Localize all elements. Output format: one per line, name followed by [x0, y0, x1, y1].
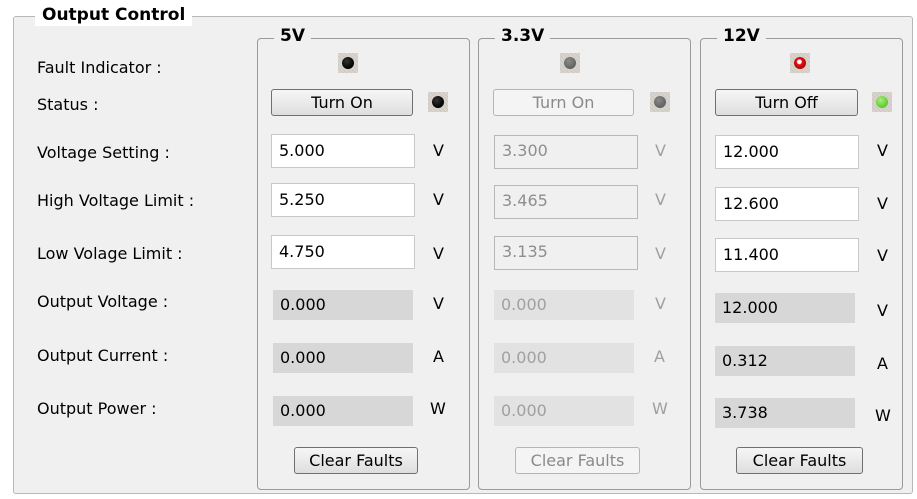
voltage-setting-5v-input[interactable]: 5.000 [271, 134, 415, 168]
output-power-5v-readout: 0.000 [273, 396, 413, 426]
status-led-3v3-icon [650, 92, 670, 112]
turn-on-5v-button[interactable]: Turn On [271, 89, 413, 116]
channel-5v-title: 5V [274, 25, 311, 47]
output-voltage-3v3-unit: V [655, 294, 666, 313]
output-voltage-label: Output Voltage : [37, 292, 169, 311]
output-current-label: Output Current : [37, 346, 169, 365]
output-power-12v-unit: W [875, 406, 891, 425]
output-control-title: Output Control [35, 4, 193, 26]
output-current-12v-unit: A [877, 354, 888, 373]
output-power-12v-readout: 3.738 [715, 398, 855, 428]
output-current-3v3-unit: A [654, 347, 665, 366]
output-voltage-5v-readout: 0.000 [273, 290, 413, 320]
low-limit-3v3-unit: V [655, 244, 666, 263]
output-power-5v-unit: W [430, 399, 446, 418]
fault-indicator-5v-icon [338, 53, 358, 73]
clear-faults-12v-button[interactable]: Clear Faults [736, 447, 863, 474]
high-limit-5v-unit: V [433, 190, 444, 209]
high-limit-5v-input[interactable]: 5.250 [271, 183, 415, 217]
high-voltage-limit-label: High Voltage Limit : [37, 191, 195, 210]
channel-12v-title: 12V [717, 25, 766, 47]
output-current-3v3-readout: 0.000 [494, 343, 634, 373]
output-power-label: Output Power : [37, 399, 157, 418]
output-current-5v-readout: 0.000 [273, 343, 413, 373]
voltage-setting-12v-input[interactable]: 12.000 [715, 135, 859, 169]
low-limit-12v-input[interactable]: 11.400 [715, 238, 859, 272]
fault-indicator-12v-icon [790, 53, 810, 73]
output-voltage-5v-unit: V [433, 294, 444, 313]
output-power-3v3-readout: 0.000 [494, 396, 634, 426]
clear-faults-3v3-button[interactable]: Clear Faults [515, 447, 640, 474]
high-limit-3v3-input[interactable]: 3.465 [494, 185, 638, 219]
low-voltage-limit-label: Low Volage Limit : [37, 244, 183, 263]
high-limit-3v3-unit: V [655, 190, 666, 209]
status-label: Status : [37, 95, 99, 114]
voltage-setting-5v-unit: V [433, 141, 444, 160]
voltage-setting-3v3-input[interactable]: 3.300 [494, 135, 638, 169]
output-power-3v3-unit: W [652, 399, 668, 418]
clear-faults-5v-button[interactable]: Clear Faults [294, 447, 418, 474]
high-limit-12v-unit: V [877, 194, 888, 213]
low-limit-5v-unit: V [433, 244, 444, 263]
voltage-setting-label: Voltage Setting : [37, 143, 170, 162]
status-led-12v-icon [872, 92, 892, 112]
output-current-5v-unit: A [433, 347, 444, 366]
turn-off-12v-button[interactable]: Turn Off [715, 89, 858, 116]
channel-3v3-title: 3.3V [495, 25, 551, 47]
output-voltage-12v-readout: 12.000 [715, 293, 855, 323]
fault-indicator-3v3-icon [560, 53, 580, 73]
output-voltage-12v-unit: V [877, 301, 888, 320]
voltage-setting-12v-unit: V [877, 141, 888, 160]
low-limit-3v3-input[interactable]: 3.135 [494, 236, 638, 270]
low-limit-5v-input[interactable]: 4.750 [271, 235, 415, 269]
status-led-5v-icon [428, 92, 448, 112]
fault-indicator-label: Fault Indicator : [37, 58, 162, 77]
high-limit-12v-input[interactable]: 12.600 [715, 187, 859, 221]
voltage-setting-3v3-unit: V [655, 141, 666, 160]
output-current-12v-readout: 0.312 [715, 346, 855, 376]
turn-on-3v3-button[interactable]: Turn On [493, 89, 634, 116]
output-voltage-3v3-readout: 0.000 [494, 290, 634, 320]
low-limit-12v-unit: V [877, 246, 888, 265]
